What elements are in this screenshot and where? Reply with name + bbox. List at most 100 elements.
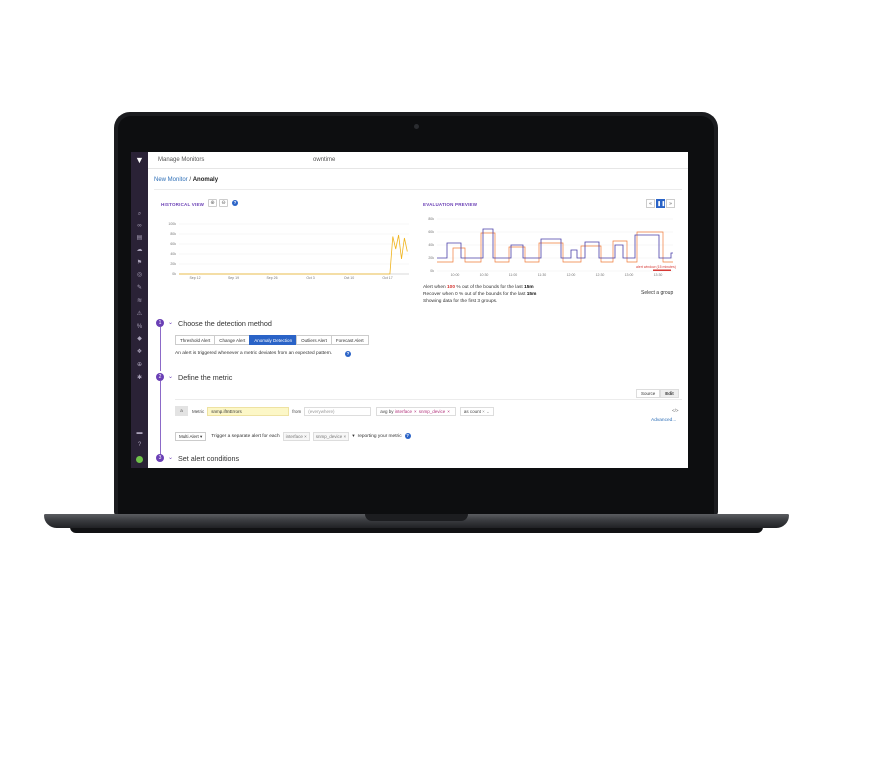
from-input[interactable]: (everywhere): [304, 406, 372, 416]
infrastructure-icon[interactable]: ☁: [131, 246, 148, 254]
historical-help-icon[interactable]: ?: [232, 200, 238, 206]
x-tick-label: 13:00: [625, 273, 634, 277]
breadcrumb-parent[interactable]: New Monitor: [154, 177, 188, 183]
header-divider: [154, 189, 682, 190]
tab-downtime[interactable]: owntime: [313, 157, 335, 163]
apm-icon[interactable]: ◎: [131, 271, 148, 279]
step-1-number: 1: [156, 319, 164, 327]
logo-icon[interactable]: ▼: [134, 155, 145, 165]
query-row: a Metric snmp.ifInErrors from (everywher…: [175, 406, 498, 416]
as-label: as: [463, 408, 469, 414]
binoculars-icon[interactable]: ∞: [131, 222, 148, 230]
forward-button[interactable]: »: [666, 199, 675, 208]
query-letter: a: [175, 406, 188, 416]
alert-window-bar: [653, 269, 671, 271]
security-icon[interactable]: ⚠: [131, 310, 148, 318]
synthetics-icon[interactable]: %: [131, 323, 148, 331]
pause-button[interactable]: ❚❚: [656, 199, 665, 208]
select-group-dropdown[interactable]: Select a group: [641, 290, 673, 296]
step-1-title: Choose the detection method: [178, 319, 272, 328]
metric-input[interactable]: snmp.ifInErrors: [207, 406, 290, 416]
logs-icon[interactable]: ≋: [131, 297, 148, 305]
zoom-out-icon[interactable]: ⊖: [219, 199, 228, 207]
remove-tag-icon[interactable]: ×: [414, 409, 417, 414]
remove-tag-icon[interactable]: ×: [447, 409, 450, 414]
rewind-button[interactable]: «: [646, 199, 655, 208]
tab-forecast-alert[interactable]: Forecast Alert: [330, 335, 369, 345]
tab-manage-monitors[interactable]: Manage Monitors: [158, 157, 204, 163]
top-bar: Manage Monitors owntime: [148, 152, 688, 169]
monitors-icon[interactable]: ⚑: [131, 259, 148, 267]
dashboard-icon[interactable]: ▤: [131, 234, 148, 242]
watchdog-icon[interactable]: ❖: [131, 348, 148, 356]
x-tick-label: Oct 10: [344, 276, 354, 280]
alert-window-label: alert window (15 minutes): [636, 265, 676, 269]
alert-pct[interactable]: 100: [447, 285, 455, 290]
multi-tag-label: interface: [285, 433, 303, 439]
y-tick-label: 20k: [428, 256, 434, 260]
as-field[interactable]: as count × ⌄: [459, 406, 494, 416]
recover-mid: % out of the bounds for the last: [457, 292, 527, 297]
reporting-text: reporting your metric: [357, 433, 402, 439]
advanced-link[interactable]: Advanced...: [651, 418, 676, 423]
alert-threshold-text: Alert when 100 % out of the bounds for t…: [423, 285, 534, 290]
evaluation-preview-title: EVALUATION PREVIEW: [423, 202, 478, 207]
multi-alert-caret-icon[interactable]: ▾: [352, 434, 354, 439]
integrations-icon[interactable]: ⊕: [131, 361, 148, 369]
x-tick-label: 13:30: [654, 273, 663, 277]
step-1-chevron-icon[interactable]: ⌄: [168, 319, 173, 326]
x-tick-label: Sep 26: [266, 276, 277, 280]
multi-tag-interface[interactable]: interface ×: [282, 431, 310, 441]
recover-prefix: Recover when: [423, 292, 455, 297]
tab-change-alert[interactable]: Change Alert: [214, 335, 251, 345]
query-divider: [175, 399, 682, 400]
detection-method-tabs: Threshold Alert Change Alert Anomaly Det…: [175, 335, 369, 345]
tab-outliers-alert[interactable]: Outliers Alert: [296, 335, 332, 345]
source-edit-toggle: Source Edit: [636, 389, 679, 398]
historical-view-title: HISTORICAL VIEW: [161, 202, 205, 207]
edit-button[interactable]: Edit: [660, 389, 679, 398]
avg-by-field[interactable]: avg by interface × snmp_device ×: [376, 406, 456, 416]
multi-alert-help-icon[interactable]: ?: [404, 433, 411, 439]
avg-by-tag-interface: interface: [394, 408, 413, 414]
settings-icon[interactable]: ✱: [131, 374, 148, 382]
step-3-number: 3: [156, 454, 164, 462]
x-tick-label: Sep 19: [228, 276, 239, 280]
code-icon[interactable]: </>: [672, 408, 679, 413]
as-value: count: [469, 408, 481, 414]
source-button[interactable]: Source: [636, 389, 661, 398]
recover-window[interactable]: 15m: [527, 292, 537, 297]
step-2-line: [159, 381, 161, 455]
multi-alert-row: Multi Alert ▾ Trigger a separate alert f…: [175, 431, 411, 441]
y-tick-label: 80k: [170, 232, 176, 236]
clear-icon[interactable]: × ⌄: [482, 409, 490, 414]
y-tick-label: 0k: [172, 272, 176, 276]
tab-anomaly-detection[interactable]: Anomaly Detection: [249, 335, 298, 345]
step-2-number: 2: [156, 373, 164, 381]
evaluation-series-b: [437, 231, 673, 263]
step-2-chevron-icon[interactable]: ⌄: [168, 373, 173, 380]
multi-tag-snmp-device[interactable]: snmp_device ×: [312, 431, 350, 441]
chat-icon[interactable]: ▬: [131, 429, 148, 437]
x-tick-label: 12:00: [567, 273, 576, 277]
step-3-chevron-icon[interactable]: ⌄: [168, 454, 173, 461]
evaluation-chart[interactable]: 80k 60k 40k 20k 0k 10:00 10:30 11:00 11:30 12:00 1…: [423, 215, 678, 281]
tab-threshold-alert[interactable]: Threshold Alert: [175, 335, 216, 345]
avg-by-tag-snmp-device: snmp_device: [418, 408, 446, 414]
zoom-in-icon[interactable]: ⊕: [208, 199, 217, 207]
rum-icon[interactable]: ◆: [131, 335, 148, 343]
search-icon[interactable]: ⌕: [131, 210, 148, 218]
avatar[interactable]: [136, 456, 143, 463]
notebook-icon[interactable]: ✎: [131, 284, 148, 292]
evaluation-series-a: [437, 228, 673, 259]
alert-window[interactable]: 15m: [524, 285, 534, 290]
x-tick-label: 12:30: [596, 273, 605, 277]
metric-label: Metric: [192, 408, 205, 414]
multi-alert-select[interactable]: Multi Alert ▾: [175, 431, 207, 441]
help-icon[interactable]: ?: [131, 441, 148, 449]
alert-mid: % out of the bounds for the last: [455, 285, 525, 290]
multi-tag-label: snmp_device: [315, 433, 343, 439]
historical-chart[interactable]: 100k 80k 60k 40k 20k 0k Sep 12 Sep 19 Sep 26 Oct …: [159, 220, 414, 284]
detection-help-icon[interactable]: ?: [345, 351, 351, 357]
laptop-notch: [365, 514, 468, 521]
